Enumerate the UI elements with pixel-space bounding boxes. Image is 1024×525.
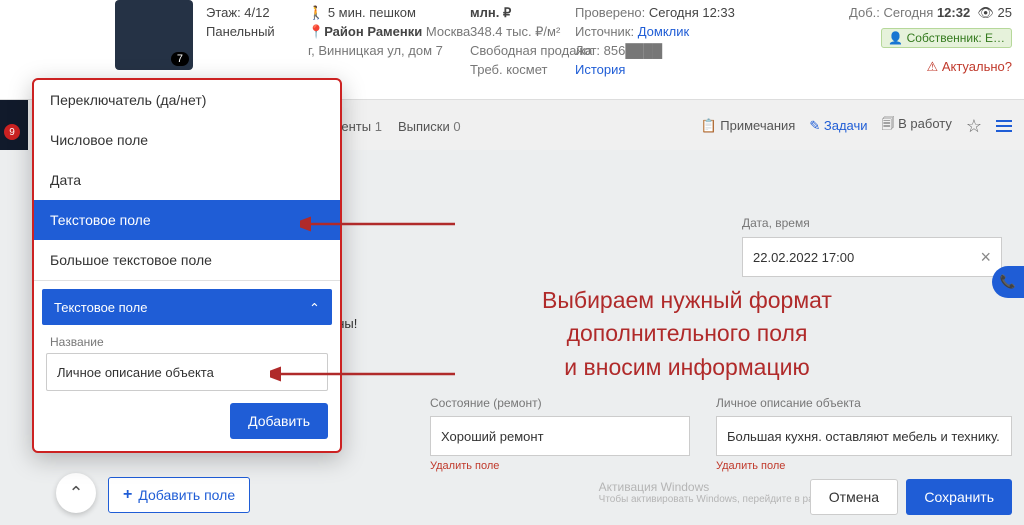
menu-icon[interactable] xyxy=(996,117,1012,135)
name-input[interactable]: Личное описание объекта xyxy=(46,353,328,391)
save-button[interactable]: Сохранить xyxy=(906,479,1012,515)
name-label: Название xyxy=(50,335,324,349)
field-state-label: Состояние (ремонт) xyxy=(430,396,542,410)
col-right: Доб.: Сегодня 12:32 👁 25 👤 Собственник: … xyxy=(849,4,1012,77)
scroll-up-button[interactable]: ⌃ xyxy=(56,473,96,513)
datetime-input[interactable]: 22.02.2022 17:00 × xyxy=(742,237,1002,277)
option-date[interactable]: Дата xyxy=(34,160,340,200)
tab-tasks[interactable]: ✎ Задачи xyxy=(809,118,867,134)
actual-link[interactable]: ⚠ Актуально? xyxy=(849,58,1012,77)
add-button[interactable]: Добавить xyxy=(230,403,328,439)
collapse-header[interactable]: Текстовое поле⌄ xyxy=(42,289,332,325)
delete-field-2[interactable]: Удалить поле xyxy=(716,460,785,472)
district: 📍Район Раменки Москва xyxy=(308,23,470,42)
clear-icon[interactable]: × xyxy=(980,247,991,268)
source: Источник: Домклик xyxy=(575,23,735,42)
delete-field-1[interactable]: Удалить поле xyxy=(430,460,499,472)
tab-bar: Конкуренты 1 Выписки 0 📋 Примечания ✎ За… xyxy=(300,115,1012,137)
tab-extracts[interactable]: Выписки 0 xyxy=(398,119,461,134)
option-toggle[interactable]: Переключатель (да/нет) xyxy=(34,80,340,120)
tab-notes[interactable]: 📋 Примечания xyxy=(700,118,795,134)
col-floor: Этаж: 4/12 Панельный xyxy=(206,4,275,42)
walk-time: 🚶 5 мин. пешком xyxy=(308,4,470,23)
tab-towork[interactable]: 🗐 В работу xyxy=(882,115,952,137)
field-state-input[interactable]: Хороший ремонт xyxy=(430,416,690,456)
listing-photo[interactable]: 7 xyxy=(115,0,193,70)
lot: Лот: 856████ xyxy=(575,42,735,61)
field-type-popup: Переключатель (да/нет) Числовое поле Дат… xyxy=(32,78,342,453)
option-text[interactable]: Текстовое поле xyxy=(34,200,340,240)
call-fab[interactable]: 📞 xyxy=(992,266,1024,298)
history-link[interactable]: История xyxy=(575,61,735,80)
datetime-label: Дата, время xyxy=(742,216,810,230)
photo-count-badge: 7 xyxy=(171,52,189,66)
field-desc-input[interactable]: Большая кухня. оставляют мебель и техник… xyxy=(716,416,1012,456)
floor-text: Этаж: 4/12 xyxy=(206,4,275,23)
option-number[interactable]: Числовое поле xyxy=(34,120,340,160)
build-type: Панельный xyxy=(206,23,275,42)
address: г, Винницкая ул, дом 7 xyxy=(308,42,470,61)
add-field-button[interactable]: +Добавить поле xyxy=(108,477,250,513)
star-icon[interactable]: ☆ xyxy=(966,116,982,137)
added: Доб.: Сегодня 12:32 👁 25 xyxy=(849,4,1012,23)
chevron-up-icon: ⌄ xyxy=(309,299,320,315)
checked: Проверено: Сегодня 12:33 xyxy=(575,4,735,23)
datetime-value: 22.02.2022 17:00 xyxy=(753,250,854,265)
owner-badge[interactable]: 👤 Собственник: Е… xyxy=(881,28,1012,48)
field-desc-label: Личное описание объекта xyxy=(716,396,861,410)
option-bigtext[interactable]: Большое текстовое поле xyxy=(34,240,340,281)
col-meta: Проверено: Сегодня 12:33 Источник: Домкл… xyxy=(575,4,735,79)
cancel-button[interactable]: Отмена xyxy=(810,479,898,515)
col-location: 🚶 5 мин. пешком 📍Район Раменки Москва г,… xyxy=(308,4,470,61)
notif-badge: 9 xyxy=(4,124,20,140)
